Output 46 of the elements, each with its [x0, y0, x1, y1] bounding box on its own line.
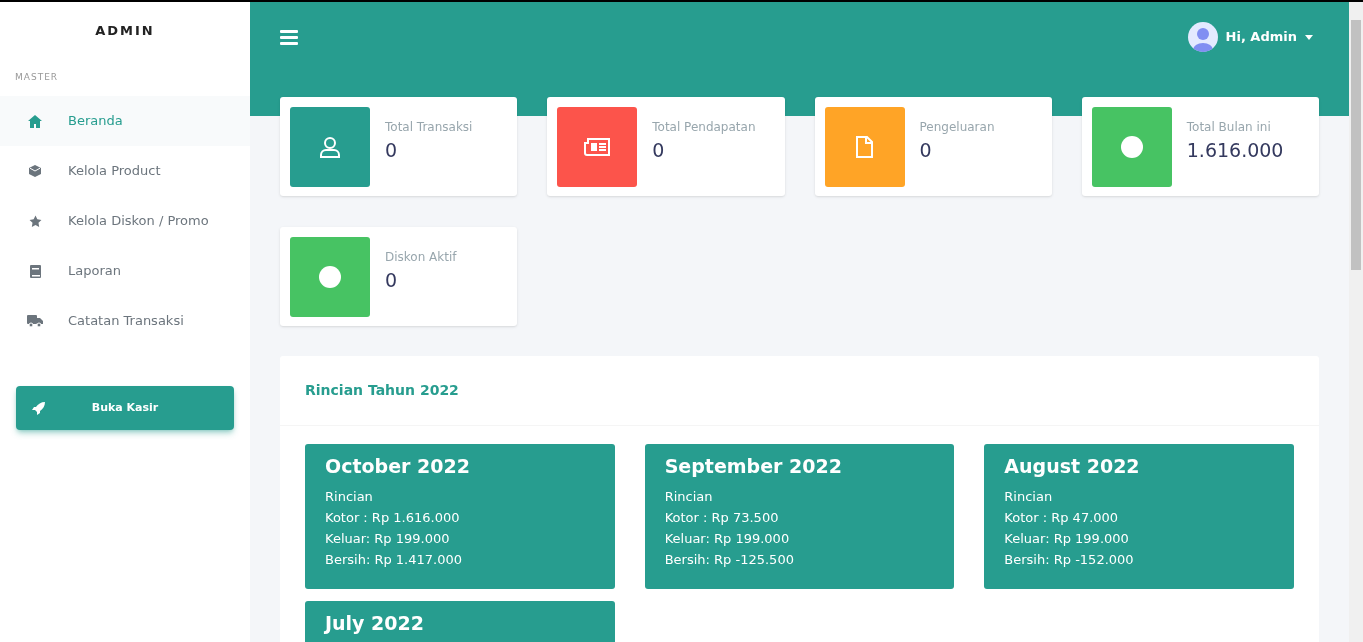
stat-value: 0 — [652, 138, 666, 163]
card-title: Rincian Tahun 2022 — [305, 381, 459, 400]
menu-icon[interactable] — [280, 29, 298, 45]
stat-value: 0 — [919, 138, 933, 163]
detail-line: Kotor : Rp 1.616.000 — [325, 509, 461, 527]
caret-icon — [1305, 34, 1313, 40]
book-icon — [29, 264, 41, 278]
detail-line: Kotor : Rp 47.000 — [1004, 509, 1120, 527]
circle-icon — [319, 266, 341, 288]
stat-value: 1.616.000 — [1186, 138, 1285, 163]
star-icon — [28, 214, 42, 228]
brand-title: ADMIN — [95, 22, 155, 41]
user-menu[interactable]: Hi, Admin — [1225, 27, 1313, 47]
detail-line: Keluar: Rp 199.000 — [1004, 530, 1130, 548]
detail-line: Bersih: Rp 1.417.000 — [325, 551, 463, 569]
stat-label: Diskon Aktif — [385, 249, 458, 265]
rocket-icon — [32, 401, 46, 415]
circle-icon — [1120, 136, 1143, 158]
month-title: September 2022 — [664, 454, 843, 478]
stat-label: Total Transaksi — [385, 119, 474, 135]
month-title: July 2022 — [325, 611, 425, 635]
avatar-icon[interactable] — [1187, 22, 1218, 52]
open-cashier-button[interactable]: Buka Kasir — [16, 386, 234, 430]
detail-line: Kotor : Rp 73.500 — [664, 509, 780, 527]
detail-line: Rincian — [325, 488, 374, 506]
detail-line: Rincian — [1004, 488, 1054, 506]
newspaper-icon — [584, 138, 611, 156]
detail-line: Bersih: Rp -125.500 — [664, 551, 795, 569]
user-icon — [319, 136, 341, 158]
stat-value: 0 — [385, 268, 399, 293]
month-title: October 2022 — [325, 454, 471, 478]
stat-label: Pengeluaran — [919, 119, 996, 135]
sidebar-item[interactable]: Beranda — [0, 96, 250, 146]
truck-icon — [27, 315, 43, 327]
cube-icon — [29, 165, 41, 177]
detail-line: Rincian — [664, 488, 714, 506]
month-title: August 2022 — [1004, 454, 1141, 478]
file-icon — [856, 136, 873, 158]
detail-line: Bersih: Rp -152.000 — [1004, 551, 1135, 569]
detail-line: Keluar: Rp 199.000 — [325, 530, 451, 548]
stat-label: Total Pendapatan — [652, 119, 757, 135]
section-label: MASTER — [15, 71, 59, 85]
home-icon — [28, 114, 42, 128]
stat-value: 0 — [385, 138, 399, 163]
stat-label: Total Bulan ini — [1186, 119, 1272, 135]
detail-line: Keluar: Rp 199.000 — [664, 530, 791, 548]
